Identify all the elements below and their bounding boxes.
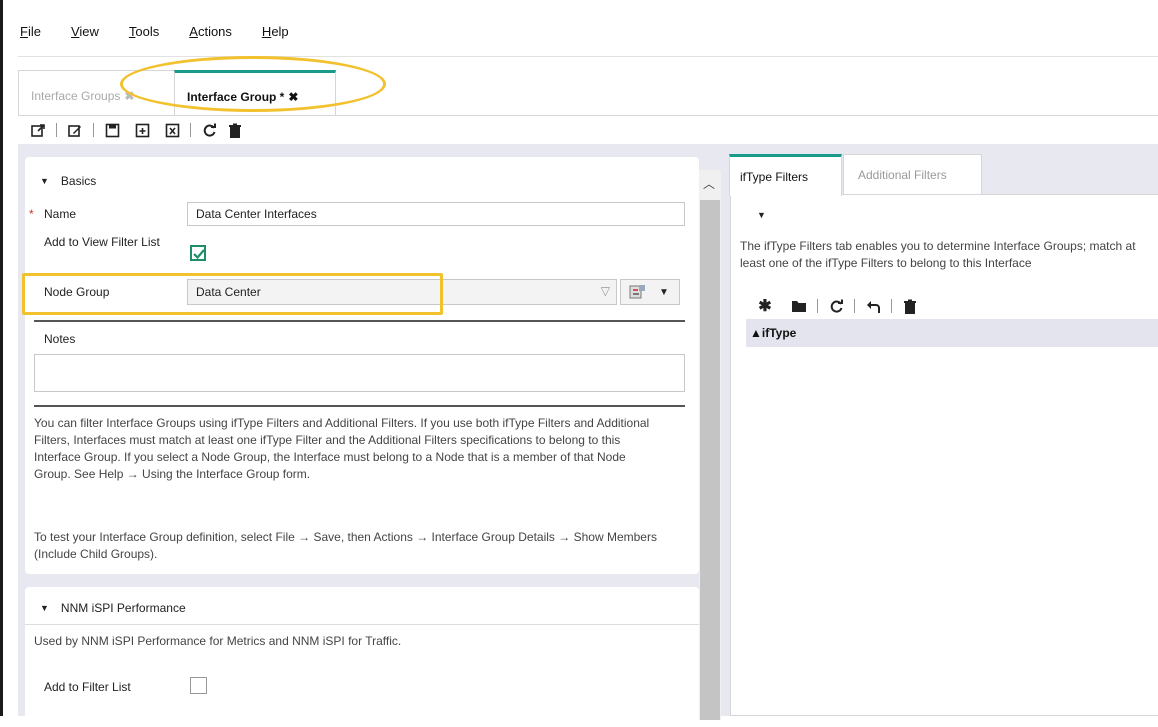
highlight-ellipse — [120, 56, 386, 112]
add-view-filter-checkbox[interactable] — [190, 245, 206, 261]
toolbar-separator — [93, 123, 94, 137]
menu-divider — [18, 56, 1158, 57]
save-icon[interactable] — [104, 122, 120, 138]
undo-icon[interactable] — [865, 298, 881, 314]
save-and-close-icon[interactable] — [164, 122, 180, 138]
name-input[interactable]: Data Center Interfaces — [187, 202, 685, 226]
tab-additional-filters[interactable]: Additional Filters — [843, 154, 982, 195]
required-marker: * — [29, 207, 34, 221]
toolbar-separator — [854, 299, 855, 313]
iftype-toolbar: ✱ — [757, 296, 924, 316]
add-filter-checkbox[interactable] — [190, 677, 207, 694]
menu-bar: File View Tools Actions Help — [20, 24, 319, 39]
toolbar-separator — [891, 299, 892, 313]
dropdown-triangle-icon[interactable]: ▽ — [601, 284, 610, 298]
menu-view[interactable]: View — [71, 24, 99, 39]
toolbar-separator — [190, 123, 191, 137]
add-filter-label: Add to Filter List — [44, 680, 131, 694]
add-view-filter-label: Add to View Filter List — [44, 235, 160, 249]
collapse-caret-icon: ▼ — [40, 176, 49, 186]
toolbar-separator — [817, 299, 818, 313]
help-test-text: To test your Interface Group definition,… — [34, 530, 657, 561]
menu-help[interactable]: Help — [262, 24, 289, 39]
chevron-up-icon[interactable]: ︿ — [703, 175, 715, 192]
help-text: You can filter Interface Groups using if… — [34, 416, 650, 481]
section-divider — [34, 405, 685, 407]
save-and-new-icon[interactable] — [134, 122, 150, 138]
open-folder-icon[interactable] — [791, 298, 807, 314]
right-panel — [730, 194, 1158, 716]
refresh-icon[interactable] — [828, 298, 844, 314]
delete-icon[interactable] — [902, 298, 918, 314]
window-left-border — [0, 0, 3, 716]
refresh-icon[interactable] — [201, 122, 217, 138]
basics-header[interactable]: ▼ Basics — [40, 174, 96, 188]
perf-header[interactable]: ▼ NNM iSPI Performance — [40, 601, 186, 615]
name-label: Name — [44, 207, 77, 221]
chevron-down-icon: ▼ — [659, 286, 669, 298]
iftype-description: The ifType Filters tab enables you to de… — [740, 239, 1136, 270]
scrollbar-thumb[interactable] — [700, 200, 720, 720]
notes-label: Notes — [44, 332, 76, 346]
tab-label: Interface Groups — [31, 89, 121, 103]
open-icon[interactable] — [30, 122, 46, 138]
tab-iftype-filters[interactable]: ifType Filters — [729, 154, 842, 196]
form-toolbar — [30, 119, 249, 141]
menu-actions[interactable]: Actions — [189, 24, 232, 39]
perf-description: Used by NNM iSPI Performance for Metrics… — [34, 634, 402, 648]
section-divider — [34, 320, 685, 322]
new-icon[interactable]: ✱ — [757, 298, 773, 315]
node-group-actions-button[interactable]: ▼ — [620, 279, 680, 305]
menu-tools[interactable]: Tools — [129, 24, 159, 39]
delete-icon[interactable] — [227, 122, 243, 138]
notes-field[interactable] — [34, 354, 685, 392]
toolbar-separator — [56, 123, 57, 137]
collapse-caret-icon: ▼ — [40, 603, 49, 613]
perf-divider — [25, 624, 699, 625]
menu-file[interactable]: File — [20, 24, 41, 39]
iftype-column-header[interactable]: ▲ifType — [746, 319, 1158, 347]
collapse-caret-icon[interactable]: ▼ — [757, 210, 766, 220]
edit-icon[interactable] — [67, 122, 83, 138]
lookup-icon — [629, 285, 645, 299]
tab-divider — [18, 115, 1158, 116]
highlight-box — [22, 273, 443, 315]
